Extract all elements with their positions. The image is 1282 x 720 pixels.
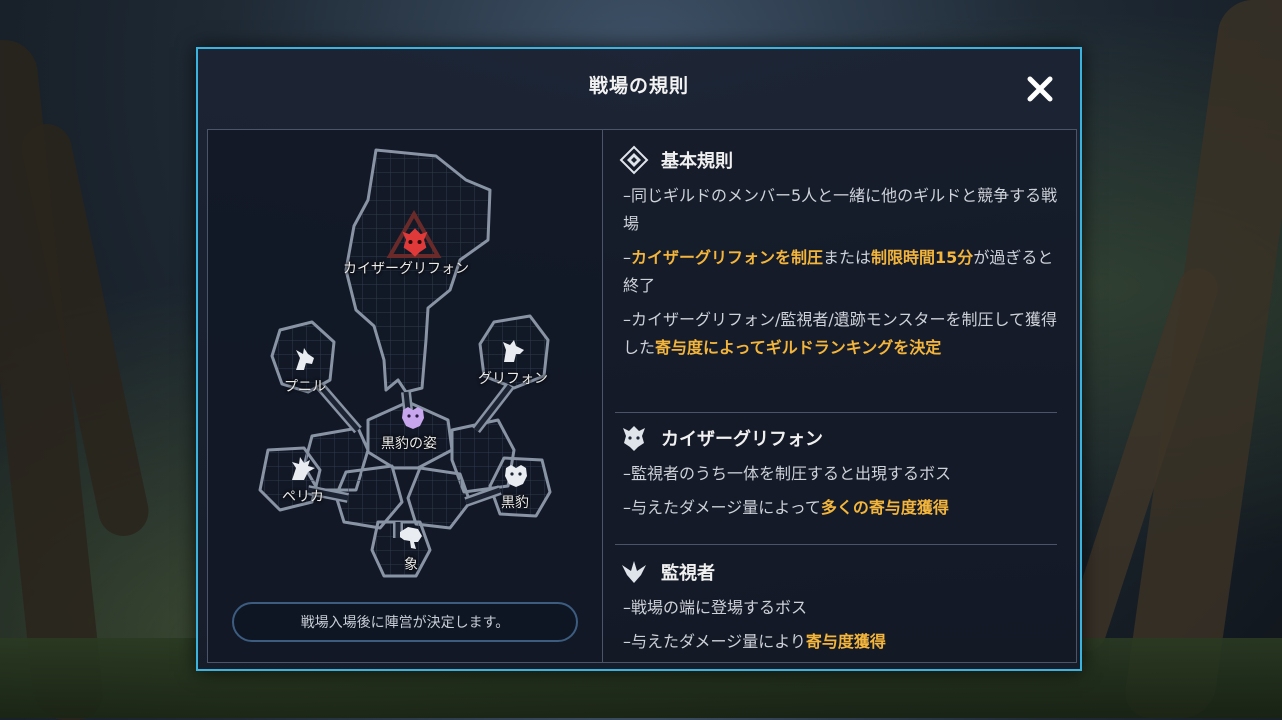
- rule-text: –与えたダメージ量によって: [623, 498, 821, 517]
- section-kaiser-griffon: カイザーグリフォン –監視者のうち一体を制圧すると出現するボス –与えたダメージ量…: [619, 422, 1059, 522]
- rules-body: –同じギルドのメンバー5人と一緒に他のギルドと競争する戦場 –カイザーグリフォンを…: [619, 182, 1059, 362]
- highlighted-text: 多くの寄与度獲得: [820, 498, 949, 517]
- rules-body: –戦場の端に登場するボス –与えたダメージ量により寄与度獲得: [619, 594, 1059, 656]
- map-label-kaiser-griffon: カイザーグリフォン: [343, 261, 469, 277]
- section-title: 監視者: [661, 563, 715, 584]
- rule-text: –同じギルドのメンバー5人と一緒に他のギルドと競争する戦場: [623, 186, 1058, 233]
- dragon-head-icon: [402, 228, 428, 257]
- rule-line: –与えたダメージ量によって多くの寄与度獲得: [619, 494, 1059, 522]
- rules-body: –監視者のうち一体を制圧すると出現するボス –与えたダメージ量によって多くの寄与度…: [619, 460, 1059, 522]
- rule-line: –カイザーグリフォン/監視者/遺跡モンスターを制圧して獲得した寄与度によってギル…: [619, 306, 1059, 362]
- close-icon: [1027, 76, 1053, 102]
- map-label-panther-form: 黒豹の姿: [381, 436, 437, 452]
- horse-head-icon: [296, 348, 314, 370]
- map-label-perica: ペリカ: [282, 489, 324, 505]
- diamond-emblem-icon: [619, 145, 649, 175]
- panther-head-icon: [402, 407, 424, 429]
- battlefield-map-panel: カイザーグリフォン プニル グリフォン 黒豹の姿 ペリカ 黒豹 象 戦場入場後に…: [207, 129, 603, 663]
- rule-text: –戦場の端に登場するボス: [623, 598, 808, 617]
- highlighted-text: 寄与度によってギルドランキングを決定: [655, 338, 942, 357]
- rules-panel[interactable]: 基本規則 –同じギルドのメンバー5人と一緒に他のギルドと競争する戦場 –カイザーグ…: [603, 129, 1077, 663]
- map-label-griffon: グリフォン: [478, 371, 548, 387]
- map-label-elephant: 象: [404, 557, 418, 573]
- background-tree: [1121, 0, 1282, 718]
- rule-text: –: [623, 248, 631, 267]
- battlefield-rules-dialog: 戦場の規則 カイザーグリフォン プニル グリフォン 黒豹の姿 ペリカ 黒豹 象 …: [196, 47, 1082, 671]
- map-label-punil: プニル: [284, 379, 326, 395]
- section-title: 基本規則: [661, 151, 733, 172]
- close-button[interactable]: [1022, 71, 1058, 107]
- highlighted-text: 制限時間15分: [871, 248, 974, 267]
- dialog-title: 戦場の規則: [588, 75, 689, 97]
- elephant-head-icon: [400, 527, 422, 549]
- rule-line: –同じギルドのメンバー5人と一緒に他のギルドと競争する戦場: [619, 182, 1059, 238]
- rule-text: または: [823, 248, 872, 267]
- highlighted-text: カイザーグリフォンを制圧: [631, 248, 824, 267]
- griffon-head-icon: [503, 340, 524, 362]
- section-divider: [615, 412, 1057, 413]
- rule-text: –与えたダメージ量により: [623, 632, 806, 651]
- map-label-panther: 黒豹: [501, 495, 529, 511]
- faction-notice: 戦場入場後に陣営が決定します。: [232, 602, 578, 642]
- watcher-emblem-icon: [622, 561, 646, 583]
- rule-line: –戦場の端に登場するボス: [619, 594, 1059, 622]
- section-watcher: 監視者 –戦場の端に登場するボス –与えたダメージ量により寄与度獲得: [619, 556, 1059, 656]
- rule-text: –監視者のうち一体を制圧すると出現するボス: [623, 464, 952, 483]
- rule-line: –与えたダメージ量により寄与度獲得: [619, 628, 1059, 656]
- rule-line: –監視者のうち一体を制圧すると出現するボス: [619, 460, 1059, 488]
- section-basic-rules: 基本規則 –同じギルドのメンバー5人と一緒に他のギルドと競争する戦場 –カイザーグ…: [619, 144, 1059, 362]
- rule-line: –カイザーグリフォンを制圧または制限時間15分が過ぎると終了: [619, 244, 1059, 300]
- section-divider: [615, 544, 1057, 545]
- battlefield-map: [258, 148, 552, 578]
- section-title: カイザーグリフォン: [661, 429, 823, 450]
- panther-head-icon: [505, 465, 527, 487]
- griffon-emblem-icon: [623, 426, 645, 451]
- pelican-head-icon: [292, 457, 315, 480]
- highlighted-text: 寄与度獲得: [805, 632, 886, 651]
